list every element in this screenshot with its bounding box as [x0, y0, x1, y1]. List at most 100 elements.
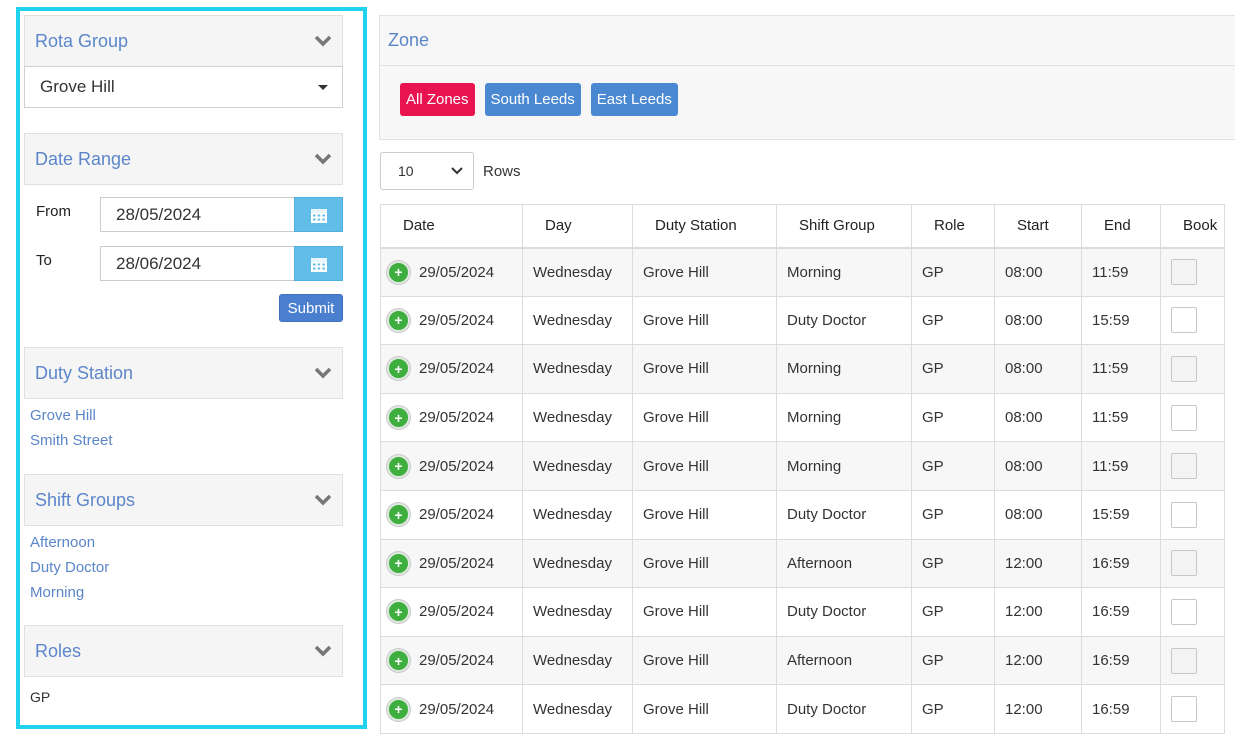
cell-day: Wednesday — [522, 489, 633, 540]
date-range-header[interactable]: Date Range — [24, 133, 343, 185]
book-checkbox[interactable] — [1171, 307, 1197, 334]
cell-role: GP — [911, 684, 995, 734]
duty-station-header[interactable]: Duty Station — [24, 347, 343, 399]
filter-sidebar: Rota Group Grove Hill Date Range From 28… — [16, 7, 367, 729]
book-checkbox[interactable] — [1171, 598, 1197, 625]
add-shift-icon[interactable]: + — [387, 406, 410, 430]
cell-end: 11:59 — [1081, 247, 1161, 297]
book-checkbox[interactable] — [1171, 259, 1197, 286]
book-checkbox[interactable] — [1171, 647, 1197, 674]
cell-day: Wednesday — [522, 538, 633, 589]
book-checkbox[interactable] — [1171, 550, 1197, 577]
zone-south-leeds-button[interactable]: South Leeds — [484, 83, 581, 116]
book-checkbox[interactable] — [1171, 501, 1197, 528]
from-calendar-button[interactable] — [294, 197, 343, 232]
duty-station-title: Duty Station — [35, 362, 134, 383]
cell-end: 11:59 — [1081, 441, 1161, 491]
to-date-input[interactable]: 28/06/2024 — [100, 246, 294, 281]
col-header-date[interactable]: Date — [380, 204, 523, 249]
roles-list: GP — [30, 686, 50, 711]
cell-day: Wednesday — [522, 247, 633, 297]
cell-duty-station: Grove Hill — [632, 295, 777, 346]
cell-shift-group: Morning — [776, 247, 912, 297]
to-calendar-button[interactable] — [294, 246, 343, 281]
col-header-book[interactable]: Book — [1160, 204, 1225, 249]
rows-per-page-select[interactable]: 10 — [380, 152, 474, 190]
cell-duty-station: Grove Hill — [632, 684, 777, 734]
add-shift-icon[interactable]: + — [387, 697, 410, 721]
chevron-down-icon — [314, 35, 332, 47]
cell-date-text: 29/05/2024 — [419, 409, 495, 427]
cell-day: Wednesday — [522, 635, 633, 686]
chevron-down-icon — [314, 153, 332, 165]
cell-book — [1160, 587, 1225, 637]
cell-duty-station: Grove Hill — [632, 247, 777, 297]
cell-role: GP — [911, 295, 995, 346]
cell-start: 12:00 — [994, 587, 1082, 637]
rota-group-selected: Grove Hill — [40, 77, 115, 96]
table-row: +29/05/2024 Wednesday Grove Hill Duty Docto… — [380, 587, 1225, 637]
from-date-input[interactable]: 28/05/2024 — [100, 197, 294, 232]
cell-start: 08:00 — [994, 392, 1082, 443]
cell-role: GP — [911, 489, 995, 540]
cell-date-text: 29/05/2024 — [419, 603, 495, 621]
cell-role: GP — [911, 441, 995, 491]
book-checkbox[interactable] — [1171, 355, 1197, 382]
duty-station-link[interactable]: Grove Hill — [30, 405, 113, 430]
col-header-shift-group[interactable]: Shift Group — [776, 204, 912, 249]
cell-book — [1160, 635, 1225, 686]
chevron-down-icon — [314, 645, 332, 657]
add-shift-icon[interactable]: + — [387, 357, 410, 381]
add-shift-icon[interactable]: + — [387, 649, 410, 673]
cell-role: GP — [911, 635, 995, 686]
add-shift-icon[interactable]: + — [387, 600, 410, 624]
col-header-start[interactable]: Start — [994, 204, 1082, 249]
add-shift-icon[interactable]: + — [387, 454, 410, 478]
caret-down-icon — [318, 84, 328, 90]
table-row: +29/05/2024 Wednesday Grove Hill Morning GP 0… — [380, 441, 1225, 491]
shift-groups-title: Shift Groups — [35, 489, 136, 510]
duty-station-link[interactable]: Smith Street — [30, 430, 113, 455]
book-checkbox[interactable] — [1171, 404, 1197, 431]
col-header-duty-station[interactable]: Duty Station — [632, 204, 777, 249]
shift-groups-header[interactable]: Shift Groups — [24, 474, 343, 526]
shift-group-link[interactable]: Duty Doctor — [30, 557, 109, 582]
chevron-down-icon — [314, 367, 332, 379]
cell-role: GP — [911, 247, 995, 297]
roles-title: Roles — [35, 640, 82, 661]
col-header-role[interactable]: Role — [911, 204, 995, 249]
cell-start: 08:00 — [994, 295, 1082, 346]
zone-east-leeds-button[interactable]: East Leeds — [590, 83, 678, 116]
zone-all-button[interactable]: All Zones — [400, 83, 475, 116]
date-range-title: Date Range — [35, 148, 132, 169]
rota-group-select[interactable]: Grove Hill — [24, 66, 343, 108]
cell-shift-group: Morning — [776, 441, 912, 491]
cell-end: 16:59 — [1081, 538, 1161, 589]
cell-shift-group: Duty Doctor — [776, 489, 912, 540]
add-shift-icon[interactable]: + — [387, 260, 410, 284]
rota-group-header[interactable]: Rota Group — [24, 15, 343, 67]
col-header-day[interactable]: Day — [522, 204, 633, 249]
cell-date: +29/05/2024 — [380, 344, 523, 394]
col-header-end[interactable]: End — [1081, 204, 1161, 249]
chevron-down-icon — [314, 494, 332, 506]
shift-group-link[interactable]: Morning — [30, 582, 109, 607]
cell-end: 16:59 — [1081, 635, 1161, 686]
cell-shift-group: Morning — [776, 344, 912, 394]
table-row: +29/05/2024 Wednesday Grove Hill Afternoon G… — [380, 538, 1225, 589]
role-item[interactable]: GP — [30, 686, 50, 711]
cell-end: 15:59 — [1081, 489, 1161, 540]
add-shift-icon[interactable]: + — [387, 551, 410, 575]
add-shift-icon[interactable]: + — [387, 308, 410, 332]
rows-per-page-value: 10 — [398, 163, 414, 179]
submit-button[interactable]: Submit — [279, 294, 343, 322]
shift-group-link[interactable]: Afternoon — [30, 532, 109, 557]
add-shift-icon[interactable]: + — [387, 503, 410, 527]
book-checkbox[interactable] — [1171, 696, 1197, 723]
book-checkbox[interactable] — [1171, 453, 1197, 480]
cell-role: GP — [911, 538, 995, 589]
cell-start: 08:00 — [994, 489, 1082, 540]
roles-header[interactable]: Roles — [24, 625, 343, 677]
cell-shift-group: Duty Doctor — [776, 684, 912, 734]
cell-book — [1160, 538, 1225, 589]
